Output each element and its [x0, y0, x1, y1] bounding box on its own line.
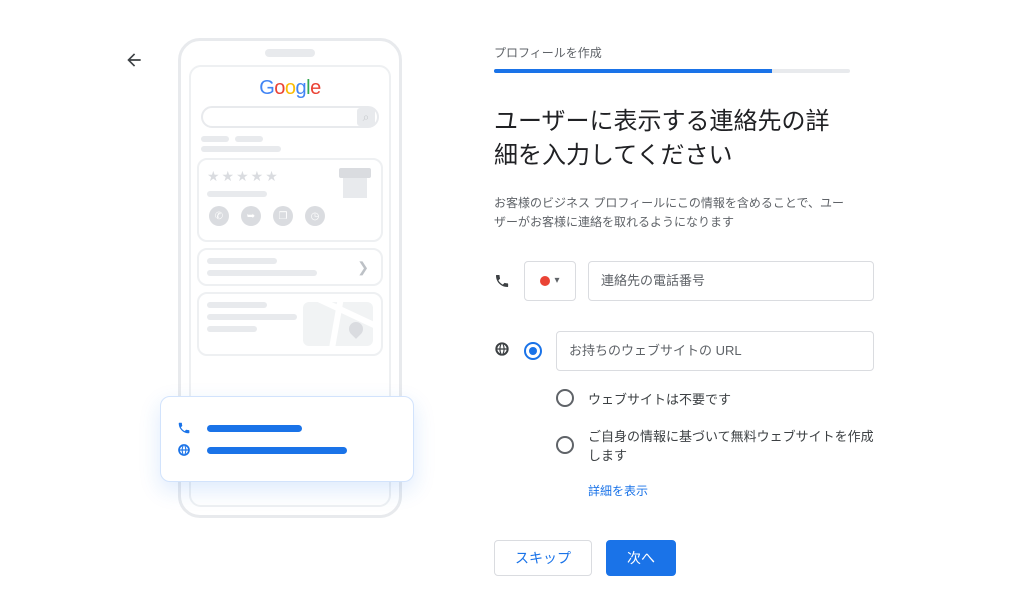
- radio-website-none[interactable]: [556, 389, 574, 407]
- globe-icon: [494, 331, 512, 357]
- phone-input[interactable]: [588, 261, 874, 301]
- pin-icon: [346, 319, 366, 339]
- website-url-input[interactable]: [556, 331, 874, 371]
- contact-preview-card: [160, 396, 414, 482]
- progress-bar: [494, 69, 850, 73]
- google-logo: Google: [197, 77, 383, 100]
- country-code-select[interactable]: ▾: [524, 261, 576, 301]
- directions-icon: ➥: [241, 206, 261, 226]
- back-button[interactable]: [124, 50, 144, 70]
- step-label: プロフィールを作成: [494, 44, 850, 61]
- mock-search-bar: ⌕: [201, 106, 379, 128]
- phone-icon: [177, 421, 193, 435]
- storefront-icon: [337, 164, 373, 200]
- next-button[interactable]: 次へ: [606, 540, 676, 576]
- radio-website-url[interactable]: [524, 342, 542, 360]
- radio-website-none-label: ウェブサイトは不要です: [588, 389, 731, 408]
- bookmark-icon: ❐: [273, 206, 293, 226]
- mock-business-card: ★★★★★ ✆ ➥ ❐ ◷: [197, 158, 383, 242]
- radio-website-free-label: ご自身の情報に基づいて無料ウェブサイトを作成します: [588, 426, 874, 464]
- page-title: ユーザーに表示する連絡先の詳細を入力してください: [494, 105, 850, 172]
- page-subtext: お客様のビジネス プロフィールにこの情報を含めることで、ユーザーがお客様に連絡を…: [494, 194, 850, 232]
- mock-map-card: [197, 292, 383, 356]
- website-icon: ◷: [305, 206, 325, 226]
- radio-website-free[interactable]: [556, 436, 574, 454]
- map-thumbnail: [303, 302, 373, 346]
- globe-icon: [177, 443, 193, 457]
- chevron-right-icon: ❯: [357, 259, 369, 276]
- call-icon: ✆: [209, 206, 229, 226]
- flag-jp-icon: [540, 276, 550, 286]
- mock-list-card: ❯: [197, 248, 383, 286]
- skip-button[interactable]: スキップ: [494, 540, 592, 576]
- phone-icon: [494, 273, 512, 289]
- search-icon: ⌕: [357, 108, 375, 126]
- chevron-down-icon: ▾: [554, 275, 559, 286]
- details-link[interactable]: 詳細を表示: [588, 482, 648, 499]
